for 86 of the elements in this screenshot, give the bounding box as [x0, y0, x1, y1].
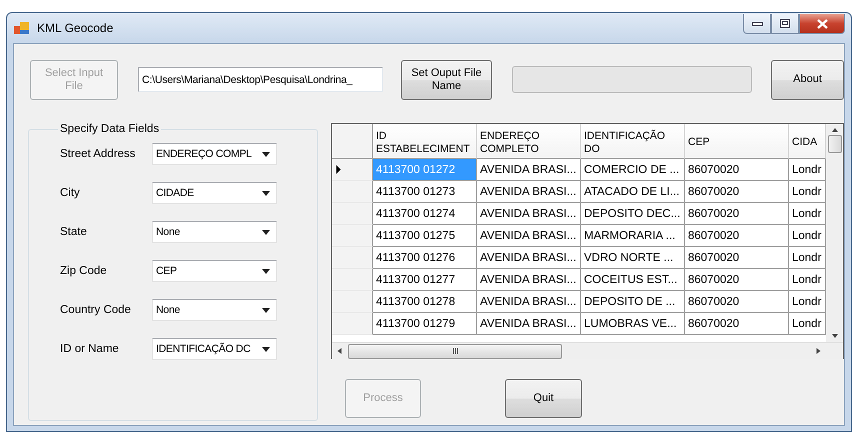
close-icon	[816, 18, 828, 28]
group-title: Specify Data Fields	[59, 123, 160, 135]
column-header[interactable]: CEP	[685, 124, 789, 159]
dropdown[interactable]: CIDADE	[152, 182, 277, 204]
table-cell: 86070020	[685, 313, 789, 335]
table-cell: AVENIDA BRASI...	[477, 203, 581, 225]
file-path-field[interactable]: C:\Users\Mariana\Desktop\Pesquisa\Londrina_	[138, 67, 383, 92]
table-cell: 4113700 01275	[373, 225, 477, 247]
vertical-scrollbar[interactable]	[826, 124, 843, 342]
table-cell: 4113700 01279	[373, 313, 477, 335]
maximize-icon	[780, 19, 790, 28]
caret-icon	[262, 308, 270, 312]
field-label: Zip Code	[60, 265, 108, 277]
table-cell: 86070020	[685, 203, 789, 225]
row-header[interactable]	[332, 159, 373, 181]
scroll-right-icon[interactable]	[816, 348, 821, 354]
about-button[interactable]: About	[771, 60, 844, 100]
table-cell: COMERCIO DE ...	[581, 159, 685, 181]
table-cell: COCEITUS EST...	[581, 269, 685, 291]
table-cell: 4113700 01276	[373, 247, 477, 269]
table-cell: ATACADO DE LI...	[581, 181, 685, 203]
window-title: KML Geocode	[37, 21, 114, 35]
scroll-thumb[interactable]	[348, 344, 562, 358]
field-label: ID or Name	[60, 343, 120, 355]
table-cell: AVENIDA BRASI...	[477, 159, 581, 181]
table-cell: AVENIDA BRASI...	[477, 181, 581, 203]
horizontal-scrollbar[interactable]	[332, 342, 843, 359]
dropdown[interactable]: CEP	[152, 260, 277, 282]
app-icon	[14, 21, 30, 35]
table-cell: DEPOSITO DE ...	[581, 291, 685, 313]
grip-icon	[452, 348, 458, 354]
table-cell: 86070020	[685, 159, 789, 181]
row-header[interactable]	[332, 203, 373, 225]
table-cell: MARMORARIA ...	[581, 225, 685, 247]
column-header[interactable]: ID ESTABELECIMENT	[373, 124, 477, 159]
table-cell: 86070020	[685, 269, 789, 291]
field-label: Street Address	[60, 148, 136, 160]
caret-icon	[262, 230, 270, 234]
minimize-button[interactable]	[743, 14, 771, 34]
table-cell: 4113700 01274	[373, 203, 477, 225]
dropdown[interactable]: IDENTIFICAÇÃO DC	[152, 338, 277, 360]
table-cell: AVENIDA BRASI...	[477, 313, 581, 335]
table-cell: 86070020	[685, 225, 789, 247]
scroll-up-icon[interactable]	[832, 128, 838, 132]
caret-icon	[262, 190, 270, 196]
row-header[interactable]	[332, 269, 373, 291]
dropdown[interactable]: ENDEREÇO COMPL	[152, 143, 277, 165]
column-header[interactable]: CIDA	[789, 124, 826, 159]
field-label: State	[60, 226, 88, 238]
row-header[interactable]	[332, 247, 373, 269]
table-cell: AVENIDA BRASI...	[477, 247, 581, 269]
maximize-button[interactable]	[771, 14, 799, 34]
field-label: City	[60, 187, 81, 199]
table-cell: 86070020	[685, 181, 789, 203]
table-cell: VDRO NORTE ...	[581, 247, 685, 269]
scroll-left-icon[interactable]	[337, 348, 342, 354]
set-output-file-button[interactable]: Set Ouput File Name	[400, 60, 492, 100]
column-header[interactable]: IDENTIFICAÇÃO DO	[581, 124, 685, 159]
scroll-thumb[interactable]	[828, 135, 842, 153]
caret-icon	[262, 268, 270, 274]
table-cell: AVENIDA BRASI...	[477, 269, 581, 291]
table-cell: 86070020	[685, 291, 789, 313]
table-cell: 86070020	[685, 247, 789, 269]
column-header[interactable]: ENDEREÇO COMPLETO	[477, 124, 581, 159]
table-cell: AVENIDA BRASI...	[477, 291, 581, 313]
table-cell: LUMOBRAS VE...	[581, 313, 685, 335]
table-cell: 4113700 01278	[373, 291, 477, 313]
quit-button[interactable]: Quit	[505, 379, 582, 418]
field-label: Country Code	[60, 304, 132, 316]
table-cell: 4113700 01273	[373, 181, 477, 203]
caret-icon	[262, 152, 270, 156]
dropdown[interactable]: None	[152, 221, 277, 243]
table-cell: AVENIDA BRASI...	[477, 225, 581, 247]
table-cell: 4113700 01277	[373, 269, 477, 291]
minimize-icon	[752, 22, 762, 26]
row-header[interactable]	[332, 291, 373, 313]
close-button[interactable]	[799, 14, 845, 34]
current-row-icon	[336, 165, 341, 174]
table-cell: DEPOSITO DEC...	[581, 203, 685, 225]
table-cell: 4113700 01272	[373, 159, 477, 181]
caret-icon	[262, 346, 270, 352]
row-header[interactable]	[332, 225, 373, 247]
dropdown[interactable]: None	[152, 299, 277, 321]
scroll-down-icon[interactable]	[832, 334, 838, 338]
row-header[interactable]	[332, 181, 373, 203]
row-header[interactable]	[332, 313, 373, 335]
